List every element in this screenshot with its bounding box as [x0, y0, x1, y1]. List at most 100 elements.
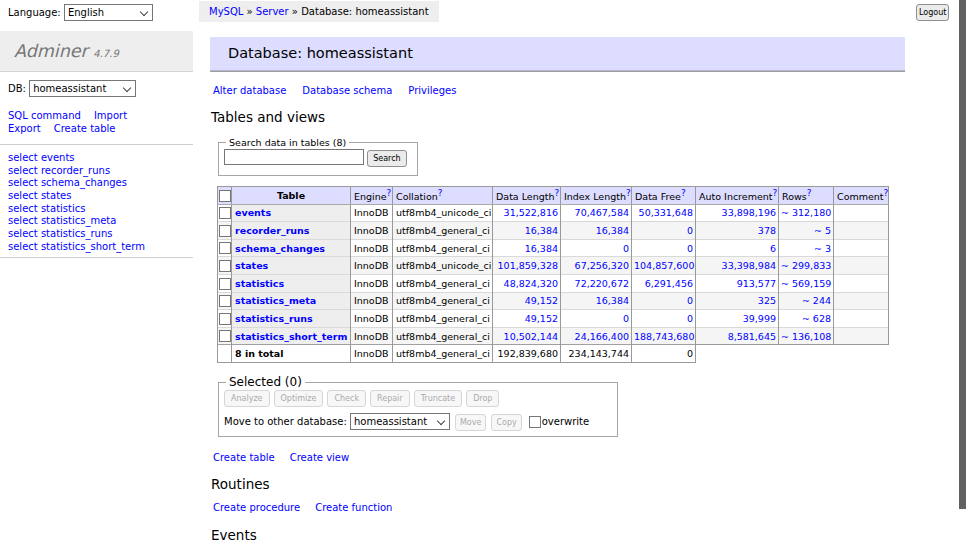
cell-data-length-link[interactable]: 16,384	[525, 243, 558, 254]
checkbox-recorder-runs[interactable]	[219, 225, 231, 237]
cell-data-free-link[interactable]: 0	[687, 295, 693, 306]
comment-help-link[interactable]: ?	[884, 188, 889, 198]
move-button[interactable]: Move	[455, 414, 486, 431]
sidebar-select-recorder-runs[interactable]: select recorder_runs	[8, 165, 145, 178]
sidebar-select-statistics[interactable]: select statistics	[8, 203, 145, 216]
cell-rows-link[interactable]: ~ 299,833	[781, 260, 831, 271]
copy-button[interactable]: Copy	[491, 414, 521, 431]
analyze-button[interactable]: Analyze	[224, 390, 270, 407]
move-database-select[interactable]: homeassistant	[350, 413, 450, 430]
cell-data-free-link[interactable]: 6,291,456	[645, 278, 693, 289]
database-schema-link[interactable]: Database schema	[302, 85, 392, 96]
checkbox-statistics-short-term[interactable]	[219, 330, 231, 342]
cell-auto-increment-link[interactable]: 39,999	[743, 313, 776, 324]
cell-auto-increment-link[interactable]: 33,898,196	[722, 207, 776, 218]
cell-index-length-link[interactable]: 24,166,400	[575, 331, 629, 342]
rows-help-link[interactable]: ?	[807, 188, 812, 198]
search-button[interactable]: Search	[367, 150, 406, 167]
cell-data-free-link[interactable]: 0	[687, 313, 693, 324]
sidebar-select-events[interactable]: select events	[8, 152, 145, 165]
overwrite-checkbox[interactable]	[529, 416, 541, 428]
index-length-help-link[interactable]: ?	[626, 188, 631, 198]
cell-data-length-link[interactable]: 31,522,816	[504, 207, 558, 218]
collation-help-link[interactable]: ?	[438, 188, 443, 198]
sql-command-link[interactable]: SQL command	[8, 110, 81, 121]
language-select[interactable]: English	[64, 4, 153, 21]
cell-auto-increment-link[interactable]: 378	[758, 225, 776, 236]
create-table-link[interactable]: Create table	[213, 452, 275, 463]
table-link-states[interactable]: states	[235, 260, 268, 271]
cell-index-length-link[interactable]: 67,256,320	[575, 260, 629, 271]
checkbox-schema-changes[interactable]	[219, 242, 231, 254]
create-view-link[interactable]: Create view	[290, 452, 349, 463]
cell-auto-increment-link[interactable]: 913,577	[737, 278, 776, 289]
checkbox-statistics[interactable]	[219, 278, 231, 290]
check-button[interactable]: Check	[327, 390, 366, 407]
cell-rows-link[interactable]: ~ 3	[814, 243, 831, 254]
cell-data-length-link[interactable]: 10,502,144	[504, 331, 558, 342]
search-input[interactable]	[224, 149, 364, 165]
table-link-statistics-meta[interactable]: statistics_meta	[235, 295, 316, 306]
cell-auto-increment-link[interactable]: 6	[770, 243, 776, 254]
cell-data-free-link[interactable]: 50,331,648	[639, 207, 693, 218]
select-all-checkbox[interactable]	[219, 190, 231, 202]
create-table-link-sidebar[interactable]: Create table	[54, 123, 116, 134]
optimize-button[interactable]: Optimize	[274, 390, 324, 407]
table-link-schema-changes[interactable]: schema_changes	[235, 243, 325, 254]
cell-auto-increment-link[interactable]: 325	[758, 295, 776, 306]
cell-data-length-link[interactable]: 49,152	[525, 313, 558, 324]
create-function-link[interactable]: Create function	[315, 502, 392, 513]
auto-increment-help-link[interactable]: ?	[773, 188, 778, 198]
repair-button[interactable]: Repair	[370, 390, 410, 407]
cell-data-free-link[interactable]: 188,743,680	[634, 331, 694, 342]
sidebar-select-statistics-meta[interactable]: select statistics_meta	[8, 215, 145, 228]
scrollbar[interactable]	[959, 0, 966, 509]
breadcrumb-server-link[interactable]: Server	[256, 6, 289, 17]
cell-rows-link[interactable]: ~ 5	[814, 225, 831, 236]
import-link[interactable]: Import	[94, 110, 127, 121]
export-link[interactable]: Export	[8, 123, 41, 134]
checkbox-events[interactable]	[219, 207, 231, 219]
cell-index-length-link[interactable]: 0	[623, 243, 629, 254]
checkbox-statistics-meta[interactable]	[219, 295, 231, 307]
privileges-link[interactable]: Privileges	[408, 85, 456, 96]
cell-rows-link[interactable]: ~ 244	[802, 295, 831, 306]
table-link-statistics-runs[interactable]: statistics_runs	[235, 313, 313, 324]
cell-rows-link[interactable]: ~ 569,159	[781, 278, 831, 289]
table-link-events[interactable]: events	[235, 207, 271, 218]
engine-help-link[interactable]: ?	[387, 188, 392, 198]
cell-rows-link[interactable]: ~ 628	[802, 313, 831, 324]
truncate-button[interactable]: Truncate	[414, 390, 463, 407]
cell-index-length-link[interactable]: 0	[623, 313, 629, 324]
sidebar-select-schema-changes[interactable]: select schema_changes	[8, 177, 145, 190]
checkbox-states[interactable]	[219, 260, 231, 272]
cell-index-length-link[interactable]: 16,384	[596, 225, 629, 236]
cell-data-length-link[interactable]: 48,824,320	[504, 278, 558, 289]
cell-data-length-link[interactable]: 16,384	[525, 225, 558, 236]
table-link-statistics[interactable]: statistics	[235, 278, 284, 289]
create-procedure-link[interactable]: Create procedure	[213, 502, 300, 513]
drop-button[interactable]: Drop	[466, 390, 499, 407]
logout-button[interactable]: Logout	[916, 4, 949, 21]
table-link-recorder-runs[interactable]: recorder_runs	[235, 225, 310, 236]
data-length-help-link[interactable]: ?	[554, 188, 559, 198]
sidebar-select-states[interactable]: select states	[8, 190, 145, 203]
cell-data-free-link[interactable]: 0	[687, 225, 693, 236]
cell-index-length-link[interactable]: 70,467,584	[575, 207, 629, 218]
sidebar-select-statistics-short-term[interactable]: select statistics_short_term	[8, 241, 145, 254]
cell-index-length-link[interactable]: 16,384	[596, 295, 629, 306]
cell-data-length-link[interactable]: 49,152	[525, 295, 558, 306]
breadcrumb-mysql-link[interactable]: MySQL	[209, 6, 243, 17]
db-select[interactable]: homeassistant	[29, 80, 136, 97]
sidebar-select-statistics-runs[interactable]: select statistics_runs	[8, 228, 145, 241]
table-link-statistics-short-term[interactable]: statistics_short_term	[235, 331, 347, 342]
cell-auto-increment-link[interactable]: 33,398,984	[722, 260, 776, 271]
cell-data-free-link[interactable]: 0	[687, 243, 693, 254]
cell-rows-link[interactable]: ~ 312,180	[781, 207, 831, 218]
data-free-help-link[interactable]: ?	[681, 188, 686, 198]
cell-index-length-link[interactable]: 72,220,672	[575, 278, 629, 289]
cell-data-length-link[interactable]: 101,859,328	[498, 260, 558, 271]
alter-database-link[interactable]: Alter database	[213, 85, 286, 96]
cell-rows-link[interactable]: ~ 136,108	[781, 331, 831, 342]
cell-auto-increment-link[interactable]: 8,581,645	[728, 331, 776, 342]
